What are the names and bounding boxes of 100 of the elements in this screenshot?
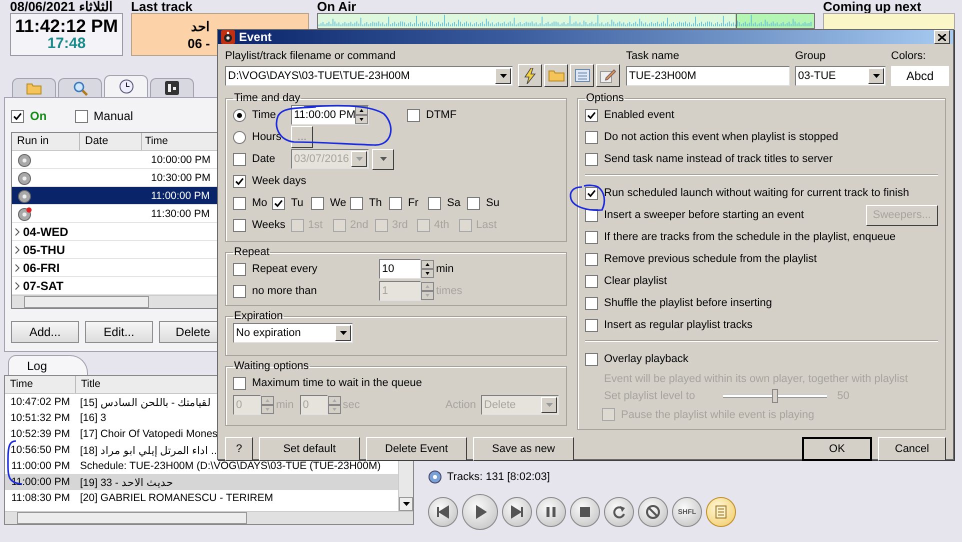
date-label: 08/06/2021: [10, 0, 76, 13]
pause-button[interactable]: [536, 497, 566, 527]
checkbox[interactable]: [459, 218, 472, 232]
checkbox[interactable]: [467, 196, 480, 210]
section-title: Coming up next: [823, 0, 922, 13]
spin-buttons-icon[interactable]: [355, 106, 368, 124]
speaker-icon: [221, 30, 235, 44]
time-field[interactable]: 11:00:00 PM: [291, 105, 369, 125]
radio-button[interactable]: [233, 130, 246, 144]
log-time: 10:47:02 PM: [9, 396, 71, 408]
radio-button[interactable]: [233, 108, 246, 122]
tab[interactable]: [150, 78, 194, 97]
checkbox[interactable]: [233, 174, 246, 188]
log-row[interactable]: 11:00:00 PM Schedule: TUE-23H00M (D:\VOG\DAYS\03-TUE (TUE-23H00M): [5, 458, 398, 474]
checkbox[interactable]: [272, 196, 285, 210]
section-title: On Air: [317, 0, 358, 13]
table-cell-text: 10:00:00 PM: [150, 154, 211, 166]
radio-label: Hours: [252, 131, 282, 143]
checkbox[interactable]: [585, 352, 598, 366]
checkbox[interactable]: [389, 196, 402, 210]
action-button[interactable]: Edit...: [85, 321, 153, 343]
checkbox[interactable]: [585, 318, 598, 332]
log-row[interactable]: 11:08:30 PM [20] GABRIEL ROMANESCU - TERIREM: [5, 490, 398, 506]
dialog-button[interactable]: ?: [225, 437, 253, 461]
checkbox[interactable]: [233, 152, 246, 166]
log-time: 10:52:39 PM: [9, 428, 71, 440]
checkbox[interactable]: [233, 196, 246, 210]
checkbox[interactable]: [585, 130, 598, 144]
folder-icon: [26, 82, 42, 94]
stop-button[interactable]: [570, 497, 600, 527]
checkbox[interactable]: [375, 218, 388, 232]
dialog-button[interactable]: Set default: [259, 437, 360, 461]
column-header[interactable]: Time: [5, 376, 76, 393]
checkbox-label: Clear playlist: [604, 275, 667, 287]
dialog-button[interactable]: Delete Event: [366, 437, 467, 461]
checkbox-label: Do not action this event when playlist is stopped: [604, 131, 838, 143]
checkbox-label: Week days: [252, 175, 306, 187]
checkbox[interactable]: [233, 218, 246, 232]
edit-button[interactable]: [596, 64, 620, 87]
disc-icon: [18, 170, 32, 184]
checkbox[interactable]: [428, 196, 441, 210]
section-title: Time and day: [233, 92, 302, 104]
repeat-button[interactable]: [604, 497, 634, 527]
cancel-button[interactable]: Cancel: [878, 437, 946, 461]
cancel-icon: [645, 504, 661, 520]
checkbox-label: Date: [252, 153, 276, 165]
log-title: [17] Choir Of Vatopedi Mones: [79, 428, 218, 440]
next-button[interactable]: [502, 497, 532, 527]
lightning-button[interactable]: [518, 64, 542, 87]
section-title: Repeat: [233, 246, 270, 258]
weekday-label: الثلاثاء: [79, 0, 114, 13]
tab[interactable]: [104, 75, 148, 97]
ok-button[interactable]: OK: [802, 437, 872, 461]
field-label: Playlist/track filename or command: [225, 50, 397, 62]
number-field[interactable]: 10: [379, 259, 421, 279]
action-button[interactable]: Add...: [11, 321, 79, 343]
play-button[interactable]: [462, 494, 498, 530]
scrollbar[interactable]: [5, 511, 413, 524]
column-header[interactable]: Run in: [12, 133, 80, 150]
track-title: احد: [191, 18, 210, 34]
checkbox-label: If there are tracks from the schedule in the playlist, enqueue: [604, 231, 896, 243]
checkbox[interactable]: [417, 218, 430, 232]
log-time: 11:08:30 PM: [10, 492, 71, 504]
color-sample[interactable]: Abcd: [891, 66, 949, 86]
checkbox[interactable]: [11, 110, 24, 122]
expiration-combo[interactable]: No expiration: [233, 323, 353, 343]
checkbox[interactable]: [585, 252, 598, 266]
column-header[interactable]: Date: [80, 133, 142, 150]
log-tab[interactable]: Log: [8, 355, 88, 375]
checkbox[interactable]: [74, 110, 88, 122]
checkbox[interactable]: [311, 196, 324, 210]
scroll-down-icon[interactable]: [402, 502, 410, 506]
unit-label: min: [436, 263, 454, 275]
checkbox[interactable]: [333, 218, 346, 232]
checkbox[interactable]: [585, 274, 598, 288]
checkbox[interactable]: [585, 230, 598, 244]
checkbox[interactable]: [233, 262, 246, 276]
command-combo[interactable]: D:\VOG\DAYS\03-TUE\TUE-23H00M: [225, 66, 513, 86]
cancel-button[interactable]: [638, 497, 668, 527]
previous-button[interactable]: [428, 497, 458, 527]
checkbox[interactable]: [585, 186, 598, 200]
checkbox[interactable]: [585, 108, 598, 122]
dialog-button[interactable]: Save as new: [473, 437, 574, 461]
previous-icon: [435, 504, 451, 520]
checkbox-label: Run scheduled launch without waiting for current track to finish: [604, 187, 910, 199]
checkbox-label: Sa: [447, 197, 460, 209]
group-combo[interactable]: 03-TUE: [795, 66, 886, 86]
close-button[interactable]: [934, 30, 950, 44]
countdown-time: 17:48: [47, 36, 86, 52]
task-name-field[interactable]: TUE-23H00M: [626, 66, 790, 86]
folder-button[interactable]: [544, 64, 568, 87]
checkbox[interactable]: [407, 108, 420, 122]
checkbox[interactable]: [585, 152, 598, 166]
checkbox-label: DTMF: [426, 109, 457, 121]
checkbox[interactable]: [291, 218, 304, 232]
log-time: 10:56:50 PM: [9, 444, 71, 456]
spin-buttons-icon[interactable]: [421, 260, 434, 278]
log-title: [16] 3: [79, 412, 106, 424]
checkbox[interactable]: [585, 296, 598, 310]
checkbox[interactable]: [350, 196, 363, 210]
